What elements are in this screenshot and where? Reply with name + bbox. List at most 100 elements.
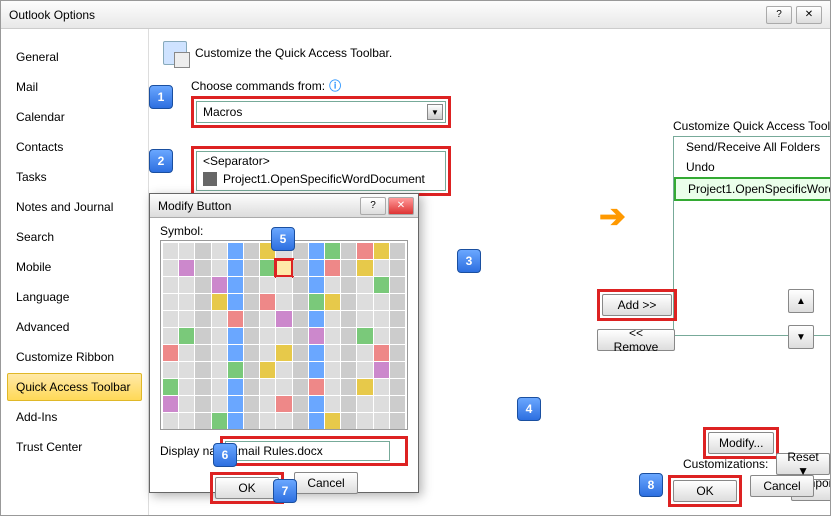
symbol-cell[interactable]: [325, 362, 340, 378]
list-item-selected[interactable]: Project1.OpenSpecificWordDocu...: [674, 177, 831, 201]
symbol-cell[interactable]: [276, 362, 291, 378]
symbol-cell[interactable]: [195, 243, 210, 259]
symbol-cell[interactable]: [309, 294, 324, 310]
symbol-cell[interactable]: [244, 379, 259, 395]
symbol-cell[interactable]: [357, 277, 372, 293]
symbol-cell[interactable]: [390, 413, 405, 429]
symbol-cell[interactable]: [390, 311, 405, 327]
symbol-cell[interactable]: [228, 277, 243, 293]
symbol-cell[interactable]: [228, 243, 243, 259]
symbol-cell[interactable]: [163, 260, 178, 276]
symbol-cell[interactable]: [260, 362, 275, 378]
symbol-cell[interactable]: [390, 294, 405, 310]
symbol-cell[interactable]: [357, 413, 372, 429]
symbol-cell[interactable]: [179, 277, 194, 293]
symbol-cell[interactable]: [390, 362, 405, 378]
symbol-cell[interactable]: [163, 243, 178, 259]
symbol-cell[interactable]: [309, 362, 324, 378]
sidebar-item-language[interactable]: Language: [7, 283, 142, 311]
close-button[interactable]: ✕: [796, 6, 822, 24]
symbol-cell[interactable]: [309, 243, 324, 259]
commands-listbox[interactable]: <Separator> Project1.OpenSpecificWordDoc…: [196, 151, 446, 191]
symbol-cell[interactable]: [195, 260, 210, 276]
symbol-cell[interactable]: [260, 260, 275, 276]
symbol-cell[interactable]: [293, 277, 308, 293]
symbol-cell[interactable]: [244, 294, 259, 310]
symbol-cell[interactable]: [179, 362, 194, 378]
symbol-cell[interactable]: [212, 328, 227, 344]
symbol-cell[interactable]: [228, 294, 243, 310]
symbol-cell[interactable]: [293, 362, 308, 378]
symbol-cell[interactable]: [244, 277, 259, 293]
symbol-cell[interactable]: [195, 328, 210, 344]
symbol-cell[interactable]: [163, 413, 178, 429]
sidebar-item-tasks[interactable]: Tasks: [7, 163, 142, 191]
symbol-cell[interactable]: [309, 277, 324, 293]
symbol-cell[interactable]: [374, 345, 389, 361]
symbol-cell[interactable]: [163, 311, 178, 327]
symbol-cell[interactable]: [179, 294, 194, 310]
symbol-cell[interactable]: [260, 328, 275, 344]
symbol-cell[interactable]: [357, 345, 372, 361]
symbol-cell[interactable]: [179, 396, 194, 412]
symbol-cell[interactable]: [228, 345, 243, 361]
symbol-cell[interactable]: [325, 277, 340, 293]
sidebar-item-quick-access-toolbar[interactable]: Quick Access Toolbar: [7, 373, 142, 401]
move-down-button[interactable]: ▼: [788, 325, 814, 349]
symbol-cell[interactable]: [244, 260, 259, 276]
symbol-cell[interactable]: [244, 345, 259, 361]
sidebar-item-contacts[interactable]: Contacts: [7, 133, 142, 161]
symbol-cell[interactable]: [195, 413, 210, 429]
symbol-cell[interactable]: [374, 260, 389, 276]
sidebar-item-calendar[interactable]: Calendar: [7, 103, 142, 131]
symbol-cell[interactable]: [212, 243, 227, 259]
symbol-cell[interactable]: [341, 311, 356, 327]
symbol-cell[interactable]: [228, 362, 243, 378]
symbol-cell[interactable]: [390, 345, 405, 361]
symbol-cell[interactable]: [341, 413, 356, 429]
symbol-cell[interactable]: [276, 294, 291, 310]
list-item[interactable]: Project1.OpenSpecificWordDocument: [197, 170, 445, 188]
symbol-cell[interactable]: [163, 294, 178, 310]
help-button[interactable]: ?: [766, 6, 792, 24]
symbol-cell[interactable]: [163, 362, 178, 378]
symbol-cell[interactable]: [228, 413, 243, 429]
display-name-input[interactable]: [225, 441, 390, 461]
symbol-cell[interactable]: [325, 311, 340, 327]
sidebar-item-trust-center[interactable]: Trust Center: [7, 433, 142, 461]
symbol-cell[interactable]: [212, 277, 227, 293]
symbol-cell[interactable]: [195, 294, 210, 310]
symbol-cell[interactable]: [390, 379, 405, 395]
symbol-cell[interactable]: [293, 260, 308, 276]
symbol-cell[interactable]: [260, 379, 275, 395]
list-item[interactable]: Undo: [674, 157, 831, 177]
sidebar-item-general[interactable]: General: [7, 43, 142, 71]
symbol-cell[interactable]: [179, 345, 194, 361]
symbol-cell[interactable]: [179, 260, 194, 276]
dialog-close-button[interactable]: ✕: [388, 197, 414, 215]
symbol-cell[interactable]: [293, 311, 308, 327]
symbol-cell[interactable]: [357, 362, 372, 378]
symbol-cell[interactable]: [260, 396, 275, 412]
symbol-cell[interactable]: [374, 413, 389, 429]
symbol-cell[interactable]: [276, 311, 291, 327]
symbol-cell[interactable]: [374, 396, 389, 412]
symbol-cell[interactable]: [374, 328, 389, 344]
symbol-cell[interactable]: [212, 311, 227, 327]
symbol-cell[interactable]: [179, 311, 194, 327]
symbol-cell[interactable]: [390, 243, 405, 259]
symbol-cell[interactable]: [163, 396, 178, 412]
symbol-cell[interactable]: [195, 362, 210, 378]
symbol-cell[interactable]: [293, 345, 308, 361]
ok-button[interactable]: OK: [673, 480, 737, 502]
symbol-cell[interactable]: [260, 345, 275, 361]
symbol-grid[interactable]: [160, 240, 408, 430]
list-item[interactable]: <Separator>: [197, 152, 445, 170]
symbol-cell[interactable]: [244, 413, 259, 429]
symbol-cell[interactable]: [293, 413, 308, 429]
symbol-cell[interactable]: [293, 379, 308, 395]
cancel-button[interactable]: Cancel: [750, 475, 814, 497]
symbol-cell[interactable]: [325, 294, 340, 310]
symbol-cell[interactable]: [341, 294, 356, 310]
remove-button[interactable]: << Remove: [597, 329, 675, 351]
